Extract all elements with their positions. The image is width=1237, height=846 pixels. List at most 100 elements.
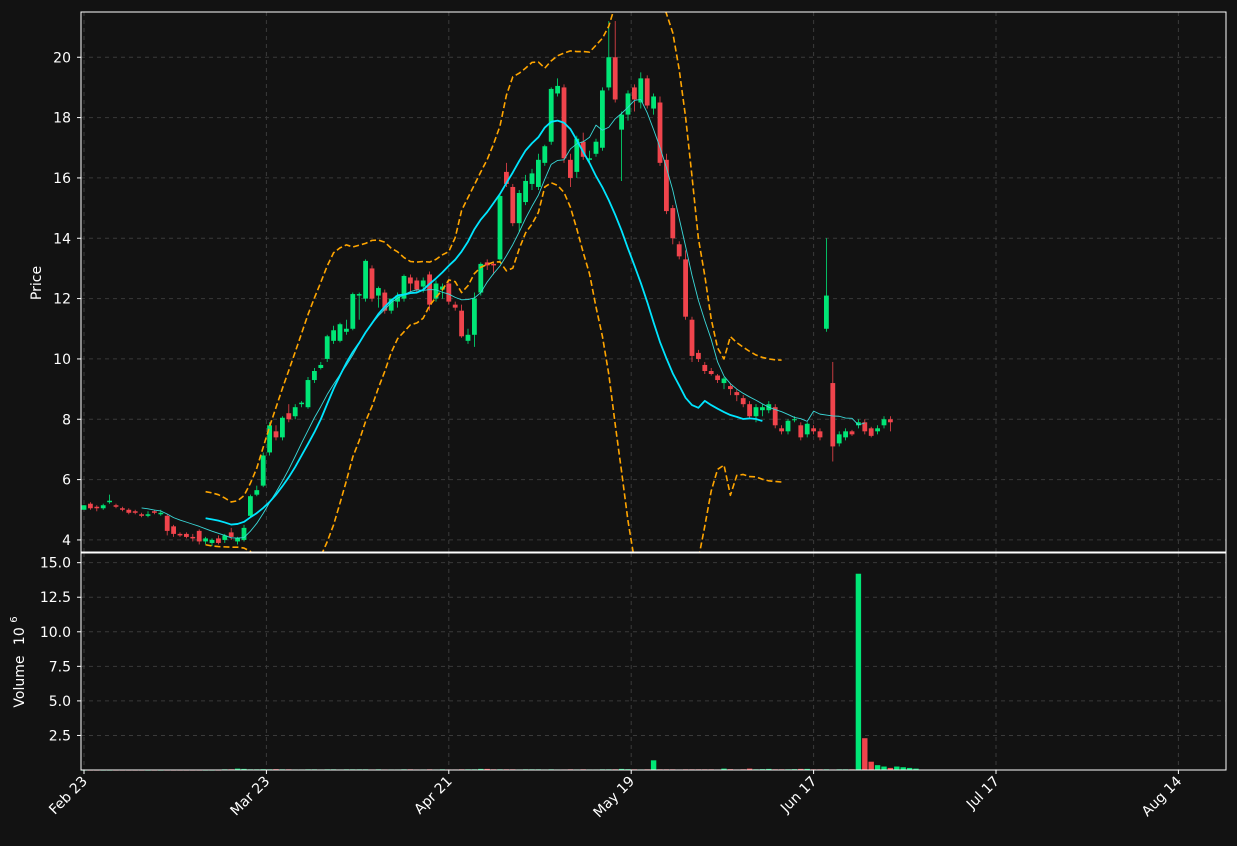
candle-body [299, 402, 304, 405]
x-tick-label: Mar 23 [227, 774, 273, 820]
candle-body [593, 141, 599, 154]
candle-body [830, 383, 836, 447]
candle-body [638, 78, 644, 103]
candle-body [139, 514, 144, 516]
candle-body [356, 294, 362, 296]
candle-body [152, 511, 157, 513]
candle-body [843, 431, 848, 438]
price-ytick-label: 6 [62, 473, 71, 489]
volume-axis-label-power: 6 [9, 616, 20, 622]
candle-body [542, 146, 548, 163]
candle-body [228, 532, 234, 537]
candle-body [523, 180, 528, 203]
candle-body [510, 186, 516, 224]
candle-body [305, 380, 311, 408]
volume-bar [881, 766, 887, 770]
candle-body [337, 324, 343, 341]
axes-layer: 4 6 8 10 12 14 16 18 20 2.5 5.0 7.5 10.0 12.5 15.0 Feb … [40, 11, 1227, 822]
candle-body [209, 539, 215, 543]
x-tick-label: Aug 14 [1139, 773, 1185, 819]
candle-body [817, 431, 823, 438]
candle-body [676, 244, 682, 257]
candle-body [779, 428, 784, 432]
candle-body [555, 85, 560, 94]
candle-body [529, 173, 535, 184]
candle-body [824, 295, 829, 329]
volume-bar [868, 761, 874, 770]
candle-body [491, 263, 496, 266]
price-ytick-label: 16 [53, 171, 71, 187]
x-tick-label: Jul 17 [963, 774, 1003, 814]
candle-body [868, 428, 874, 436]
volume-axis-label-base: 10 [12, 627, 28, 645]
candle-body [280, 417, 285, 438]
candle-body [376, 288, 381, 296]
candle-body [408, 277, 413, 284]
volume-ytick-label: 10.0 [40, 625, 71, 641]
candle-body [286, 413, 292, 420]
candle-body [702, 364, 708, 371]
candle-body [158, 512, 164, 515]
candle-body [497, 196, 503, 260]
volume-bar [855, 573, 862, 770]
price-ytick-label: 4 [62, 533, 71, 549]
candle-body [516, 193, 522, 224]
upper-band-line [205, 12, 782, 503]
candle-body [689, 319, 695, 356]
candle-body [632, 87, 637, 100]
price-ytick-label: 18 [53, 111, 71, 127]
candle-body [414, 280, 420, 290]
candle-body [798, 425, 804, 438]
candle-body [312, 370, 317, 381]
candle-body [836, 434, 842, 444]
volume-axis-label: Volume 10 6 [9, 616, 28, 707]
candle-body [235, 538, 240, 542]
candle-body [625, 93, 631, 115]
candle-body [459, 310, 464, 337]
candle-body [324, 336, 330, 359]
candle-body [81, 505, 87, 510]
candle-body [785, 420, 791, 432]
candle-body [760, 407, 765, 411]
candle-body [273, 431, 279, 438]
candle-body [113, 505, 119, 507]
chart-svg: 4 6 8 10 12 14 16 18 20 2.5 5.0 7.5 10.0 12.5 15.0 Feb … [9, 11, 1227, 822]
candle-body [120, 508, 125, 510]
volume-ytick-label: 15.0 [40, 556, 71, 572]
price-ytick-label: 10 [53, 352, 71, 368]
candle-body [734, 392, 740, 396]
candle-body [292, 407, 298, 417]
candle-body [753, 407, 759, 417]
price-ytick-label: 8 [62, 412, 71, 428]
candle-body [132, 511, 138, 513]
volume-bar [650, 760, 657, 770]
candle-body [196, 530, 202, 542]
candle-body [184, 533, 189, 537]
candle-body [728, 386, 733, 390]
candle-body [94, 506, 100, 509]
candle-body [190, 536, 196, 539]
candle-body [804, 423, 810, 435]
candle-body [465, 334, 471, 341]
candle-body [696, 352, 701, 359]
candle-body [100, 505, 106, 509]
x-tick-label: Jun 17 [777, 774, 820, 817]
candle-body [363, 260, 368, 299]
candle-body [881, 419, 887, 426]
candle-body [331, 330, 336, 341]
x-tick-label: May 19 [590, 774, 638, 822]
candle-body [171, 526, 176, 534]
candle-body [721, 378, 727, 384]
lower-band-line [205, 181, 782, 552]
candle-body [446, 283, 452, 302]
grid-layer [81, 12, 1226, 770]
candle-body [888, 419, 893, 423]
volume-ytick-label: 5.0 [49, 694, 71, 710]
candle-body [708, 370, 714, 375]
candle-body [350, 294, 356, 329]
candle-body [536, 159, 541, 187]
candle-body [420, 280, 426, 287]
candle-body [740, 398, 746, 405]
price-ytick-label: 14 [53, 231, 71, 247]
candle-body [811, 428, 816, 432]
